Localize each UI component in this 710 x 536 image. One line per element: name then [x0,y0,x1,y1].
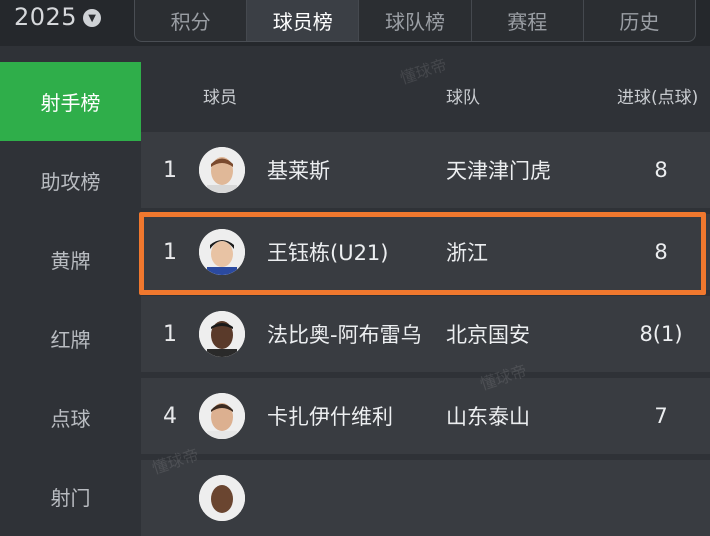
tab-schedule[interactable]: 赛程 [470,0,583,41]
tab-standings[interactable]: 积分 [135,0,246,41]
tab-bar: 积分 球员榜 球队榜 赛程 历史 [134,0,696,42]
sidebar-item-penalties[interactable]: 点球 [0,378,141,457]
table-row[interactable]: 1 基莱斯 天津津门虎 8 [141,126,710,208]
player-name[interactable]: 王钰栋(U21) [267,214,388,290]
player-avatar [199,147,245,193]
table-row[interactable]: 4 卡扎伊什维利 山东泰山 7 [141,372,710,454]
tab-player-rankings[interactable]: 球员榜 [246,0,359,41]
player-name[interactable]: 基莱斯 [267,132,330,208]
rankings-table: 球员 球队 进球(点球) 1 基莱斯 天津津门虎 8 1 王钰栋(U21) 浙江… [141,55,710,536]
table-row[interactable]: 1 王钰栋(U21) 浙江 8 [141,208,710,290]
season-label: 2025 [14,3,78,31]
player-name[interactable]: 法比奥-阿布雷乌 [267,296,422,372]
sidebar-item-yellow-cards[interactable]: 黄牌 [0,220,141,299]
player-goals: 8 [654,158,668,182]
player-rank: 1 [163,239,177,265]
player-avatar [199,475,245,521]
sidebar-item-shots[interactable]: 射门 [0,457,141,536]
player-goals: 8 [654,240,668,264]
column-header-player: 球员 [203,88,237,108]
player-rank: 1 [163,321,177,347]
player-rank: 4 [163,403,177,429]
player-goals: 8(1) [639,322,683,346]
season-selector[interactable]: 2025 ▼ [14,2,102,32]
column-header-team: 球队 [446,88,480,108]
player-team[interactable]: 浙江 [446,214,488,290]
sidebar-item-assists[interactable]: 助攻榜 [0,141,141,220]
tab-history[interactable]: 历史 [582,0,695,41]
player-avatar [199,229,245,275]
tab-team-rankings[interactable]: 球队榜 [358,0,470,41]
column-header-goals: 进球(点球) [617,88,699,108]
player-team[interactable]: 天津津门虎 [446,132,551,208]
top-bar: 2025 ▼ 积分 球员榜 球队榜 赛程 历史 [0,0,710,46]
sidebar-item-top-scorers[interactable]: 射手榜 [0,62,141,141]
sidebar-item-red-cards[interactable]: 红牌 [0,299,141,378]
player-avatar [199,393,245,439]
chevron-down-icon: ▼ [83,9,102,27]
player-rank: 1 [163,157,177,183]
player-avatar [199,311,245,357]
player-name[interactable]: 卡扎伊什维利 [267,378,393,454]
category-sidebar: 射手榜 助攻榜 黄牌 红牌 点球 射门 [0,62,141,511]
table-row[interactable]: 1 法比奥-阿布雷乌 北京国安 8(1) [141,290,710,372]
player-goals: 7 [654,404,668,428]
table-row[interactable] [141,454,710,536]
